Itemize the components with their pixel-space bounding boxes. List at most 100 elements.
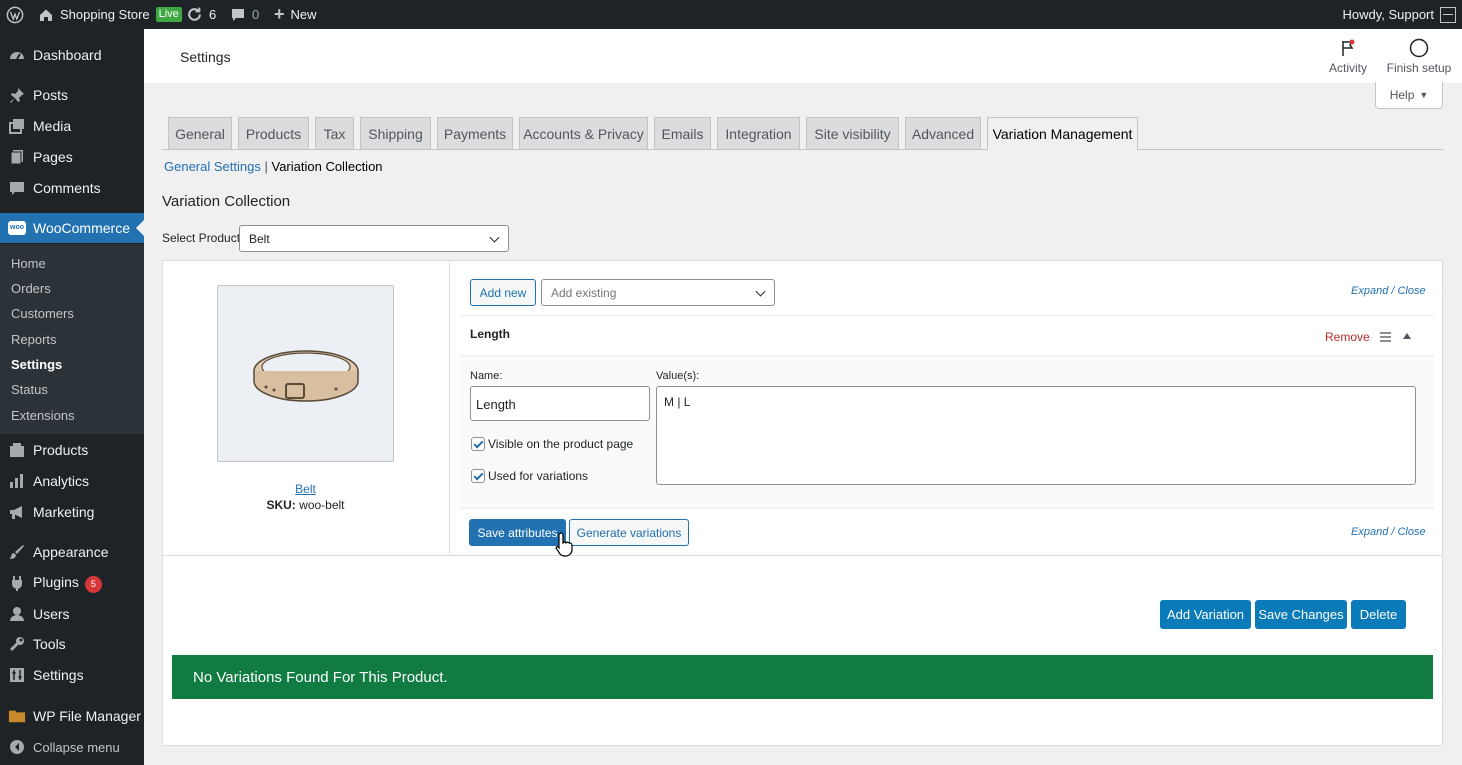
sidebar-label-dashboard: Dashboard bbox=[33, 47, 102, 63]
tab-products[interactable]: Products bbox=[238, 117, 309, 149]
sidebar-item-woocommerce[interactable]: woo WooCommerce bbox=[0, 213, 144, 243]
home-icon bbox=[40, 9, 52, 21]
tab-accounts-privacy[interactable]: Accounts & Privacy bbox=[519, 117, 648, 149]
select-product-label: Select Product bbox=[162, 231, 241, 245]
comments-link[interactable]: 0 bbox=[230, 0, 259, 29]
sidebar-item-products[interactable]: Products bbox=[0, 435, 144, 465]
updates-link[interactable]: 6 bbox=[186, 0, 216, 29]
subnav-separator: | bbox=[264, 159, 268, 174]
page-title: Settings bbox=[180, 49, 231, 65]
settings-sliders-icon bbox=[8, 666, 26, 684]
tab-shipping[interactable]: Shipping bbox=[360, 117, 431, 149]
flag-icon bbox=[1314, 37, 1382, 59]
finish-setup-label: Finish setup bbox=[1386, 61, 1452, 75]
panel-section-divider bbox=[163, 555, 1442, 556]
submenu-item-customers[interactable]: Customers bbox=[11, 306, 74, 321]
pushpin-icon bbox=[8, 86, 26, 104]
tab-general[interactable]: General bbox=[168, 117, 232, 149]
help-button[interactable]: Help ▼ bbox=[1375, 82, 1443, 109]
sidebar-item-marketing[interactable]: Marketing bbox=[0, 497, 144, 527]
sidebar-item-users[interactable]: Users bbox=[0, 599, 144, 629]
tab-variation-management[interactable]: Variation Management bbox=[987, 117, 1138, 150]
tab-integration[interactable]: Integration bbox=[717, 117, 800, 149]
drag-handle-icon[interactable] bbox=[1380, 332, 1391, 342]
section-heading: Variation Collection bbox=[162, 193, 291, 210]
subnav-general-settings[interactable]: General Settings bbox=[164, 159, 261, 174]
subnav-variation-collection: Variation Collection bbox=[271, 159, 383, 174]
plugins-update-badge: 5 bbox=[84, 575, 102, 593]
tab-tax[interactable]: Tax bbox=[315, 117, 354, 149]
expand-close-link-top[interactable]: Expand / Close bbox=[1351, 285, 1426, 297]
new-label: New bbox=[290, 7, 317, 22]
finish-setup-button[interactable]: Finish setup bbox=[1384, 37, 1454, 75]
tab-advanced[interactable]: Advanced bbox=[905, 117, 981, 149]
my-account-link[interactable]: Howdy, Support bbox=[1342, 0, 1456, 29]
tabs-baseline bbox=[162, 149, 1443, 150]
help-label: Help bbox=[1389, 88, 1415, 102]
submenu-item-home[interactable]: Home bbox=[11, 256, 46, 271]
sidebar-item-analytics[interactable]: Analytics bbox=[0, 466, 144, 496]
sidebar-item-tools[interactable]: Tools bbox=[0, 629, 144, 659]
sidebar-label-file-manager: WP File Manager bbox=[33, 708, 141, 724]
sidebar-item-posts[interactable]: Posts bbox=[0, 80, 144, 110]
visible-checkbox[interactable] bbox=[471, 437, 485, 451]
admin-sidebar: Dashboard Posts Media Pages Comments woo… bbox=[0, 29, 144, 765]
belt-image bbox=[252, 349, 359, 402]
submenu-item-status[interactable]: Status bbox=[11, 382, 48, 397]
sidebar-item-settings[interactable]: Settings bbox=[0, 660, 144, 690]
sidebar-item-comments[interactable]: Comments bbox=[0, 173, 144, 203]
sidebar-label-woocommerce: WooCommerce bbox=[33, 220, 130, 236]
submenu-item-reports[interactable]: Reports bbox=[11, 332, 57, 347]
selected-product-value: Belt bbox=[249, 231, 270, 246]
save-attributes-button[interactable]: Save attributes bbox=[469, 519, 566, 546]
submenu-item-extensions[interactable]: Extensions bbox=[11, 408, 75, 423]
sidebar-item-file-manager[interactable]: WP File Manager bbox=[0, 701, 144, 731]
collapse-menu-button[interactable]: Collapse menu bbox=[0, 732, 144, 762]
product-name-link[interactable]: Belt bbox=[295, 482, 316, 496]
add-existing-dropdown[interactable]: Add existing bbox=[541, 279, 775, 306]
sidebar-label-media: Media bbox=[33, 118, 72, 134]
activity-button[interactable]: Activity bbox=[1314, 37, 1382, 75]
new-content-link[interactable]: + New bbox=[274, 0, 317, 29]
submenu-item-orders[interactable]: Orders bbox=[11, 281, 51, 296]
comment-bubble-icon bbox=[232, 8, 244, 21]
add-variation-button[interactable]: Add Variation bbox=[1160, 600, 1251, 629]
sidebar-item-appearance[interactable]: Appearance bbox=[0, 537, 144, 567]
sidebar-label-comments: Comments bbox=[33, 180, 101, 196]
remove-attribute-link[interactable]: Remove bbox=[1325, 330, 1370, 344]
sidebar-item-pages[interactable]: Pages bbox=[0, 142, 144, 172]
site-name: Shopping Store bbox=[60, 7, 150, 22]
tab-emails[interactable]: Emails bbox=[654, 117, 711, 149]
sidebar-item-media[interactable]: Media bbox=[0, 111, 144, 141]
sidebar-label-posts: Posts bbox=[33, 87, 69, 103]
active-indicator bbox=[136, 220, 144, 236]
activity-label: Activity bbox=[1328, 61, 1367, 75]
chevron-down-icon bbox=[755, 286, 766, 297]
used-for-variations-label: Used for variations bbox=[488, 469, 589, 483]
attribute-heading: Length bbox=[470, 327, 510, 341]
attribute-top-border bbox=[459, 315, 1434, 316]
tab-site-visibility[interactable]: Site visibility bbox=[806, 117, 899, 149]
add-new-button[interactable]: Add new bbox=[470, 279, 536, 306]
sidebar-label-collapse: Collapse menu bbox=[33, 739, 120, 755]
sidebar-item-plugins[interactable]: Plugins 5 bbox=[0, 568, 144, 598]
wordpress-logo-icon[interactable] bbox=[6, 0, 24, 29]
select-product-dropdown[interactable]: Belt bbox=[239, 225, 509, 252]
tab-payments[interactable]: Payments bbox=[437, 117, 513, 149]
product-link[interactable]: Belt bbox=[217, 482, 394, 496]
collapse-arrow-icon bbox=[8, 738, 26, 756]
save-changes-button[interactable]: Save Changes bbox=[1255, 600, 1347, 629]
sidebar-item-dashboard[interactable]: Dashboard bbox=[0, 40, 144, 70]
attribute-name-input[interactable]: Length bbox=[470, 386, 650, 421]
collapse-toggle-icon[interactable] bbox=[1403, 333, 1411, 339]
submenu-item-settings[interactable]: Settings bbox=[11, 357, 62, 372]
comments-icon bbox=[8, 179, 26, 197]
delete-button[interactable]: Delete bbox=[1351, 600, 1406, 629]
expand-close-link-bottom[interactable]: Expand / Close bbox=[1351, 526, 1426, 538]
attribute-values-textarea[interactable]: M | L bbox=[656, 386, 1416, 485]
products-icon bbox=[8, 441, 26, 459]
sub-navigation: General Settings | Variation Collection bbox=[164, 159, 383, 174]
used-for-variations-checkbox[interactable] bbox=[471, 469, 485, 483]
site-name-link[interactable]: Shopping Store Live bbox=[38, 0, 182, 29]
generate-variations-button[interactable]: Generate variations bbox=[569, 519, 689, 546]
